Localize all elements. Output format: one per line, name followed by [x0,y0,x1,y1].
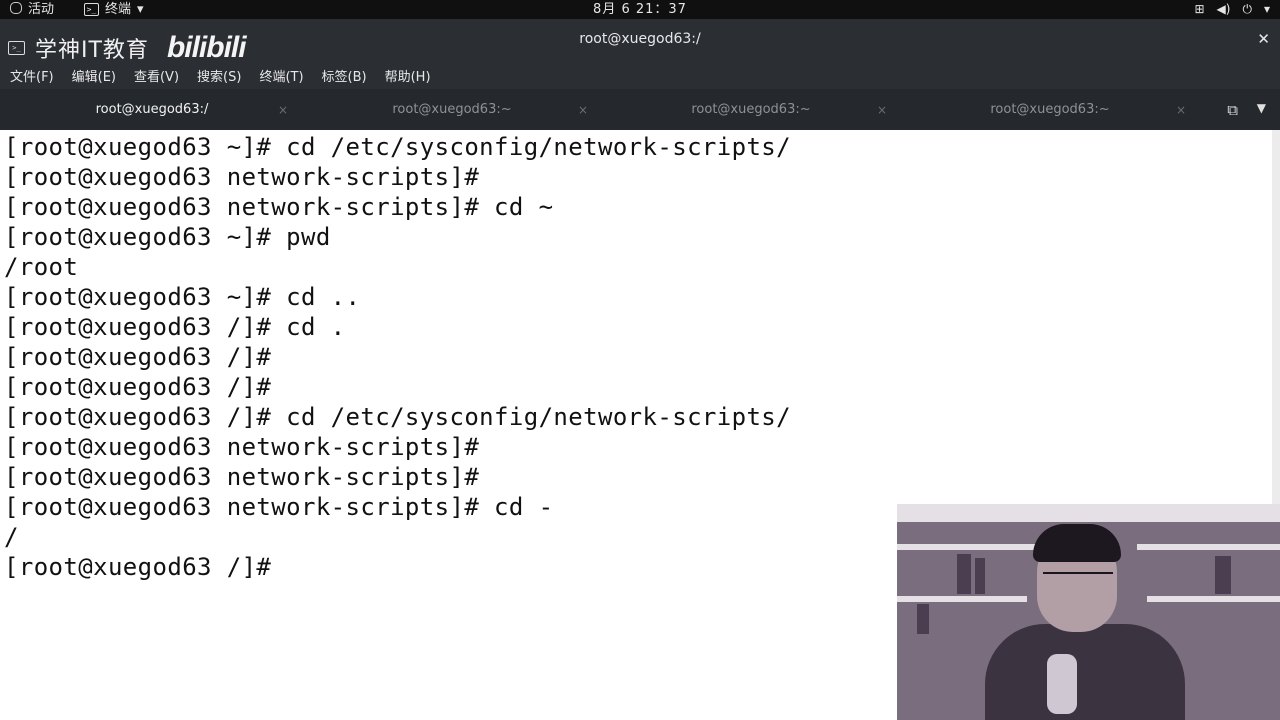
menu-tabs[interactable]: 标签(B) [313,66,376,85]
network-icon: ⊞ [1194,2,1205,16]
book [1215,556,1231,594]
close-tab-icon[interactable]: × [278,103,288,117]
presenter-hair [1033,524,1121,562]
power-icon: ⏻ [1242,2,1252,16]
terminal-line: [root@xuegod63 /]# cd /etc/sysconfig/net… [4,403,792,431]
chevron-down-icon: ▾ [1263,2,1270,16]
tab-3[interactable]: root@xuegod63:~ × [603,89,899,130]
terminal-line: [root@xuegod63 network-scripts]# cd - [4,493,554,521]
book [917,604,929,634]
menu-file[interactable]: 文件(F) [0,66,63,85]
tab-label: root@xuegod63:~ [392,102,512,117]
terminal-line: /root [4,253,79,281]
terminal-line: [root@xuegod63 ~]# pwd [4,223,331,251]
tab-menu-icon[interactable]: ▼ [1257,101,1266,115]
tab-bar: root@xuegod63:/ × root@xuegod63:~ × root… [0,89,1280,130]
terminal-line: [root@xuegod63 ~]# cd /etc/sysconfig/net… [4,133,792,161]
menu-terminal[interactable]: 终端(T) [250,66,312,85]
presenter-body [985,624,1185,720]
terminal-line: / [4,523,19,551]
bookshelf [1147,596,1280,602]
close-tab-icon[interactable]: × [578,103,588,117]
tab-1[interactable]: root@xuegod63:/ × [4,89,300,130]
volume-icon: ◀) [1216,2,1231,16]
window-title: root@xuegod63:/ [579,31,701,47]
close-window-button[interactable]: ✕ [1257,30,1270,48]
tab-label: root@xuegod63:~ [990,102,1110,117]
window-title-bar[interactable]: >_ 学神IT教育 bilibili root@xuegod63:/ ✕ [0,19,1280,64]
terminal-line: [root@xuegod63 /]# [4,373,272,401]
tab-4[interactable]: root@xuegod63:~ × [902,89,1198,130]
terminal-line: [root@xuegod63 ~]# cd .. [4,283,361,311]
terminal-line: [root@xuegod63 network-scripts]# cd ~ [4,193,554,221]
bookshelf [897,504,1280,522]
bookshelf [897,544,1037,550]
gnome-top-bar: 活动 >_ 终端 ▾ 8月 6 21：37 ⊞ ◀) ⏻ ▾ [0,0,1280,19]
menu-help[interactable]: 帮助(H) [376,66,440,85]
terminal-line: [root@xuegod63 network-scripts]# [4,463,480,491]
presenter-webcam-overlay [897,504,1280,720]
microphone [1047,654,1077,714]
bookshelf [1137,544,1280,550]
glasses [1043,572,1113,588]
book [975,558,985,594]
tab-2[interactable]: root@xuegod63:~ × [304,89,600,130]
close-tab-icon[interactable]: × [877,103,887,117]
terminal-line: [root@xuegod63 network-scripts]# [4,433,480,461]
terminal-line: [root@xuegod63 network-scripts]# [4,163,480,191]
terminal-line: [root@xuegod63 /]# cd . [4,313,346,341]
close-tab-icon[interactable]: × [1176,103,1186,117]
tab-label: root@xuegod63:/ [95,102,209,117]
terminal-line: [root@xuegod63 /]# [4,553,272,581]
book [957,554,971,594]
menu-view[interactable]: 查看(V) [125,66,188,85]
menu-search[interactable]: 搜索(S) [188,66,250,85]
tab-label: root@xuegod63:~ [691,102,811,117]
bookshelf [897,596,1027,602]
menu-edit[interactable]: 编辑(E) [63,66,125,85]
terminal-line: [root@xuegod63 /]# [4,343,272,371]
system-menu[interactable]: ⊞ ◀) ⏻ ▾ [1194,0,1270,19]
menu-bar: 文件(F) 编辑(E) 查看(V) 搜索(S) 终端(T) 标签(B) 帮助(H… [0,62,1280,89]
clock[interactable]: 8月 6 21：37 [0,0,1280,19]
new-tab-icon[interactable]: ⧉ [1227,101,1238,119]
